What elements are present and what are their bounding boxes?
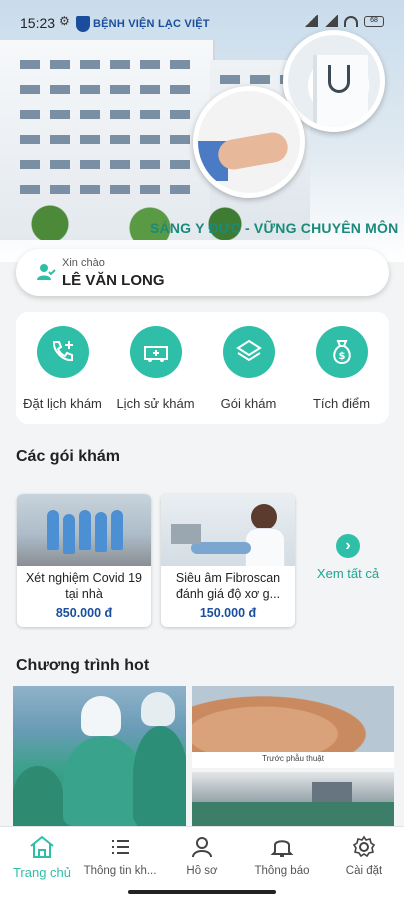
nav-settings-label: Cài đặt [345, 865, 383, 877]
nav-notifications[interactable]: Thông báo [242, 835, 322, 877]
bottom-navigation: Trang chủ Thông tin kh... Hồ sơ Thông bá… [0, 826, 404, 900]
nav-home-label: Trang chủ [12, 865, 72, 880]
home-indicator [128, 890, 276, 894]
exam-history-button[interactable]: Lịch sử khám [109, 326, 202, 411]
hands-photo-circle [193, 86, 305, 198]
nav-info-label: Thông tin kh... [83, 865, 157, 877]
package-image-fibroscan [161, 494, 295, 566]
nav-info[interactable]: Thông tin kh... [80, 835, 160, 877]
nav-profile[interactable]: Hồ sơ [162, 835, 242, 877]
hot-program-operating-room-image[interactable] [192, 772, 394, 828]
ambulance-icon [129, 326, 182, 378]
battery-icon: 68 [364, 15, 384, 27]
signal-2-icon [324, 15, 338, 27]
signal-icon [304, 15, 318, 27]
hot-programs-section-title: Chương trình hot [16, 657, 150, 674]
hero-slogan: SÁNG Y ĐỨC - VỮNG CHUYÊN MÔN [150, 220, 399, 236]
money-bag-icon: $ [315, 326, 368, 378]
user-name: LÊ VĂN LONG [62, 272, 165, 289]
status-settings-icon: ⚙ [59, 14, 70, 28]
exam-packages-button[interactable]: Gói khám [202, 326, 295, 411]
hot-program-surgery-image[interactable] [13, 686, 186, 826]
wifi-icon [344, 15, 358, 27]
nav-notifications-label: Thông báo [254, 865, 310, 877]
status-time: 15:23 [20, 15, 56, 31]
exam-packages-label: Gói khám [220, 396, 277, 411]
user-check-icon [37, 264, 56, 280]
package-title: Xét nghiệm Covid 19 tại nhà [25, 571, 143, 601]
hospital-logo: BỆNH VIỆN LẠC VIỆT [76, 16, 210, 32]
exam-history-label: Lịch sử khám [116, 396, 195, 411]
quick-actions-panel: Đặt lịch khám Lịch sử khám Gói khám $ Tí… [16, 312, 389, 424]
system-icons: 68 [304, 15, 384, 27]
package-card-covid[interactable]: Xét nghiệm Covid 19 tại nhà 850.000 đ [17, 494, 151, 627]
profile-icon [192, 837, 212, 858]
greeting-hello: Xin chào [62, 257, 105, 269]
packages-section-title: Các gói khám [16, 448, 121, 465]
phone-plus-icon [36, 326, 89, 378]
loyalty-points-label: Tích điểm [312, 396, 371, 411]
package-image-covid [17, 494, 151, 566]
package-price: 150.000 đ [199, 606, 257, 620]
layers-icon [222, 326, 275, 378]
settings-icon [352, 835, 376, 858]
before-surgery-caption: Trước phẫu thuật [192, 752, 394, 768]
nav-settings[interactable]: Cài đặt [324, 835, 404, 877]
greeting-card[interactable]: Xin chào LÊ VĂN LONG [16, 249, 389, 296]
book-appointment-button[interactable]: Đặt lịch khám [16, 326, 109, 411]
see-all-label: Xem tất cả [316, 566, 380, 581]
bell-icon [270, 840, 294, 857]
hospital-brand-name: BỆNH VIỆN LẠC VIỆT [93, 18, 210, 30]
nav-home[interactable]: Trang chủ [2, 835, 82, 880]
loyalty-points-button[interactable]: $ Tích điểm [295, 326, 388, 411]
package-card-fibroscan[interactable]: Siêu âm Fibroscan đánh giá độ xơ g... 15… [161, 494, 295, 627]
package-title: Siêu âm Fibroscan đánh giá độ xơ g... [175, 571, 281, 601]
home-icon [30, 835, 54, 858]
chevron-right-icon: › [336, 534, 360, 558]
list-icon [112, 840, 129, 854]
svg-text:$: $ [338, 351, 345, 362]
package-price: 850.000 đ [55, 606, 113, 620]
book-appointment-label: Đặt lịch khám [23, 396, 102, 411]
hospital-shield-icon [76, 16, 90, 32]
status-bar: 15:23 ⚙ BỆNH VIỆN LẠC VIỆT 68 [0, 0, 404, 40]
see-all-button[interactable]: › Xem tất cả [307, 534, 389, 581]
nav-profile-label: Hồ sơ [186, 865, 218, 877]
